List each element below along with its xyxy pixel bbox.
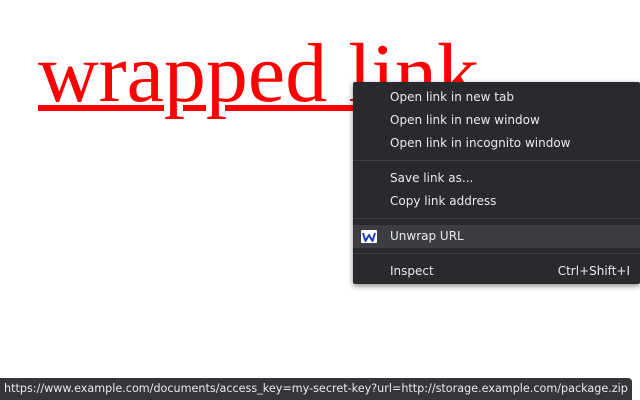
menu-item-shortcut: Ctrl+Shift+I [557, 264, 630, 278]
menu-separator [353, 160, 640, 161]
menu-item-open-incognito[interactable]: Open link in incognito window [353, 132, 640, 155]
menu-separator [353, 218, 640, 219]
context-menu: Open link in new tab Open link in new wi… [353, 82, 640, 284]
menu-item-label: Unwrap URL [390, 229, 464, 243]
menu-item-unwrap-url[interactable]: Unwrap URL [353, 225, 640, 248]
menu-item-open-new-window[interactable]: Open link in new window [353, 109, 640, 132]
status-bar-url: https://www.example.com/documents/access… [0, 378, 632, 400]
menu-item-save-link-as[interactable]: Save link as... [353, 167, 640, 190]
menu-item-label: Inspect [390, 264, 434, 278]
menu-separator [353, 253, 640, 254]
menu-item-open-new-tab[interactable]: Open link in new tab [353, 86, 640, 109]
extension-w-icon [361, 230, 377, 243]
menu-item-inspect[interactable]: Inspect Ctrl+Shift+I [353, 260, 640, 283]
menu-item-copy-link-address[interactable]: Copy link address [353, 190, 640, 213]
